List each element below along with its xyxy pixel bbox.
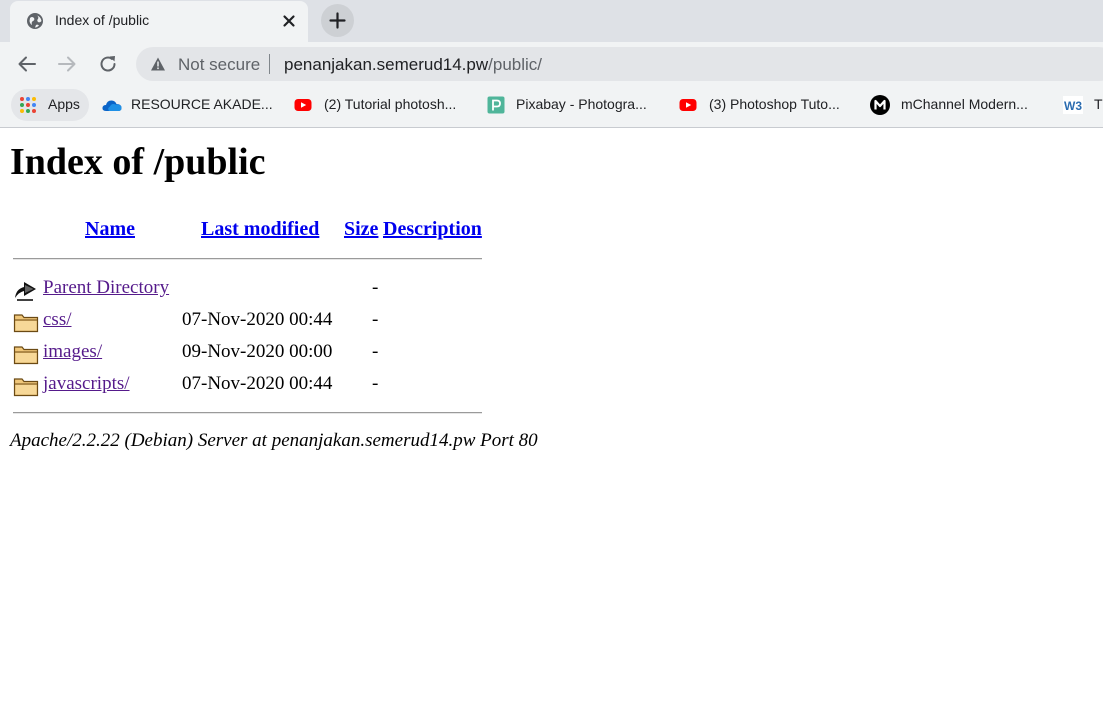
row-name-link[interactable]: css/ <box>43 309 72 331</box>
page-content: Index of /public Name Last modified Size… <box>0 128 1103 714</box>
bookmark-w3schools[interactable]: W3 Tl <box>1063 94 1103 116</box>
parent-directory-icon[interactable] <box>13 278 39 302</box>
bookmark-tutorial-photoshop[interactable]: (2) Tutorial photosh... <box>294 94 469 116</box>
bookmark-label: mChannel Modern... <box>901 96 1028 112</box>
bookmark-resource-akademik[interactable]: RESOURCE AKADE... <box>101 94 273 116</box>
folder-icon[interactable] <box>13 374 39 398</box>
column-header-description[interactable]: Description <box>383 218 482 241</box>
row-date: 09-Nov-2020 00:00 <box>182 341 333 362</box>
new-tab-button[interactable] <box>321 4 354 37</box>
bookmarks-bar: Apps RESOURCE AKADE... (2) Tutorial phot… <box>0 85 1103 128</box>
table-row: images/ 09-Nov-2020 00:00 - <box>0 341 500 371</box>
row-size: - <box>372 277 379 298</box>
url-host: penanjakan.semerud14.pw <box>284 55 489 74</box>
bookmark-label: (2) Tutorial photosh... <box>324 96 457 112</box>
row-size: - <box>372 341 379 362</box>
youtube-icon <box>294 99 312 111</box>
onedrive-cloud-icon <box>102 100 122 111</box>
bookmark-label: Apps <box>48 96 80 112</box>
browser-tab[interactable]: Index of /public <box>10 1 308 42</box>
address-bar[interactable]: Not secure penanjakan.semerud14.pw/publi… <box>136 47 1103 81</box>
tab-strip: Index of /public <box>0 0 1103 42</box>
youtube-icon <box>679 99 697 111</box>
omnibox-divider <box>269 54 270 74</box>
row-size: - <box>372 309 379 330</box>
folder-icon[interactable] <box>13 310 39 334</box>
forward-arrow-icon[interactable] <box>55 52 79 76</box>
row-name-link[interactable]: Parent Directory <box>43 277 169 299</box>
url-path: /public/ <box>488 55 543 74</box>
row-name-link[interactable]: javascripts/ <box>43 373 130 395</box>
table-row: css/ 07-Nov-2020 00:44 - <box>0 309 500 339</box>
tab-title: Index of /public <box>55 12 150 28</box>
security-label[interactable]: Not secure <box>178 55 260 75</box>
bookmark-label: RESOURCE AKADE... <box>131 96 273 112</box>
bookmark-apps[interactable]: Apps <box>19 94 89 116</box>
header-divider <box>13 258 482 260</box>
table-row: Parent Directory - <box>0 277 500 307</box>
row-date: 07-Nov-2020 00:44 <box>182 309 333 330</box>
close-tab-icon[interactable] <box>279 11 299 31</box>
folder-icon[interactable] <box>13 342 39 366</box>
page-title: Index of /public <box>10 141 266 183</box>
column-header-name[interactable]: Name <box>85 218 135 241</box>
warning-icon[interactable] <box>150 56 166 72</box>
url-text[interactable]: penanjakan.semerud14.pw/public/ <box>284 55 542 75</box>
footer-divider <box>13 412 482 414</box>
bookmark-label: Pixabay - Photogra... <box>516 96 647 112</box>
table-row: javascripts/ 07-Nov-2020 00:44 - <box>0 373 500 403</box>
apps-grid-icon <box>20 97 36 113</box>
browser-chrome: Index of /public Not secure penanjakan.s… <box>0 0 1103 128</box>
pixabay-icon <box>487 96 505 114</box>
plus-icon <box>329 12 346 29</box>
globe-icon <box>27 13 43 29</box>
reload-icon[interactable] <box>96 52 120 76</box>
server-signature: Apache/2.2.22 (Debian) Server at penanja… <box>10 430 538 451</box>
column-header-size[interactable]: Size <box>344 218 378 241</box>
bookmark-label: (3) Photoshop Tuto... <box>709 96 840 112</box>
back-arrow-icon[interactable] <box>15 52 39 76</box>
row-date: 07-Nov-2020 00:44 <box>182 373 333 394</box>
svg-text:W3: W3 <box>1064 99 1082 113</box>
w3schools-icon: W3 <box>1063 96 1083 114</box>
mchannel-icon <box>870 95 890 115</box>
bookmark-photoshop-tutorial[interactable]: (3) Photoshop Tuto... <box>679 94 851 116</box>
row-size: - <box>372 373 379 394</box>
bookmark-pixabay[interactable]: Pixabay - Photogra... <box>487 94 657 116</box>
row-name-link[interactable]: images/ <box>43 341 102 363</box>
bookmark-mchannel[interactable]: mChannel Modern... <box>870 94 1040 116</box>
bookmark-label: Tl <box>1094 96 1103 112</box>
toolbar: Not secure penanjakan.semerud14.pw/publi… <box>0 42 1103 85</box>
column-header-last-modified[interactable]: Last modified <box>201 218 319 241</box>
